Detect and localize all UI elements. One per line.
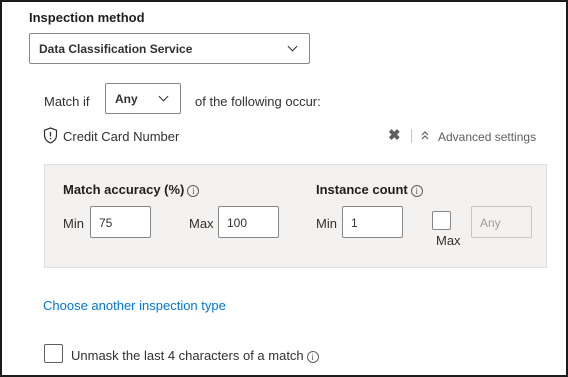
match-accuracy-heading: Match accuracy (%) i <box>63 182 200 197</box>
instance-max-checkbox[interactable] <box>432 211 451 230</box>
accuracy-max-value: 100 <box>227 216 248 230</box>
match-condition-value: Any <box>115 92 138 106</box>
info-icon[interactable]: i <box>410 185 423 197</box>
instance-max-input[interactable]: Any <box>471 206 532 238</box>
accuracy-min-value: 75 <box>99 216 113 230</box>
chevron-down-icon <box>287 41 298 52</box>
settings-panel: Match accuracy (%) i Min 75 Max 100 Insta… <box>44 164 547 268</box>
instance-max-label: Max <box>436 233 461 248</box>
chevron-up-double-icon[interactable] <box>420 130 430 140</box>
match-if-label: Match if <box>44 94 90 109</box>
divider <box>411 129 412 143</box>
accuracy-min-input[interactable]: 75 <box>90 206 151 238</box>
close-icon[interactable]: ✖ <box>388 128 401 143</box>
chevron-down-icon <box>158 91 169 102</box>
instance-min-input[interactable]: 1 <box>342 206 403 238</box>
match-suffix-label: of the following occur: <box>195 94 321 109</box>
choose-inspection-type-link[interactable]: Choose another inspection type <box>43 298 226 313</box>
accuracy-min-label: Min <box>63 216 84 231</box>
unmask-checkbox[interactable] <box>44 344 63 363</box>
accuracy-max-input[interactable]: 100 <box>218 206 279 238</box>
info-icon[interactable]: i <box>187 185 200 197</box>
advanced-settings-link[interactable]: Advanced settings <box>438 130 536 144</box>
accuracy-max-label: Max <box>189 216 214 231</box>
match-condition-dropdown[interactable]: Any <box>105 83 181 114</box>
dialog-frame: Inspection method Data Classification Se… <box>0 0 568 377</box>
shield-icon <box>43 127 58 144</box>
match-accuracy-label: Match accuracy (%) <box>63 182 185 197</box>
instance-min-label: Min <box>316 216 337 231</box>
unmask-label: Unmask the last 4 characters of a match i <box>71 348 319 363</box>
sensitive-info-type-name: Credit Card Number <box>63 129 180 144</box>
instance-max-placeholder: Any <box>480 216 501 230</box>
instance-count-label: Instance count <box>316 182 408 197</box>
inspection-method-dropdown[interactable]: Data Classification Service <box>29 33 310 64</box>
instance-count-heading: Instance count i <box>316 182 423 197</box>
inspection-method-value: Data Classification Service <box>39 42 193 56</box>
inspection-method-heading: Inspection method <box>29 10 145 25</box>
instance-min-value: 1 <box>351 216 358 230</box>
info-icon[interactable]: i <box>306 351 319 363</box>
unmask-label-text: Unmask the last 4 characters of a match <box>71 348 304 363</box>
